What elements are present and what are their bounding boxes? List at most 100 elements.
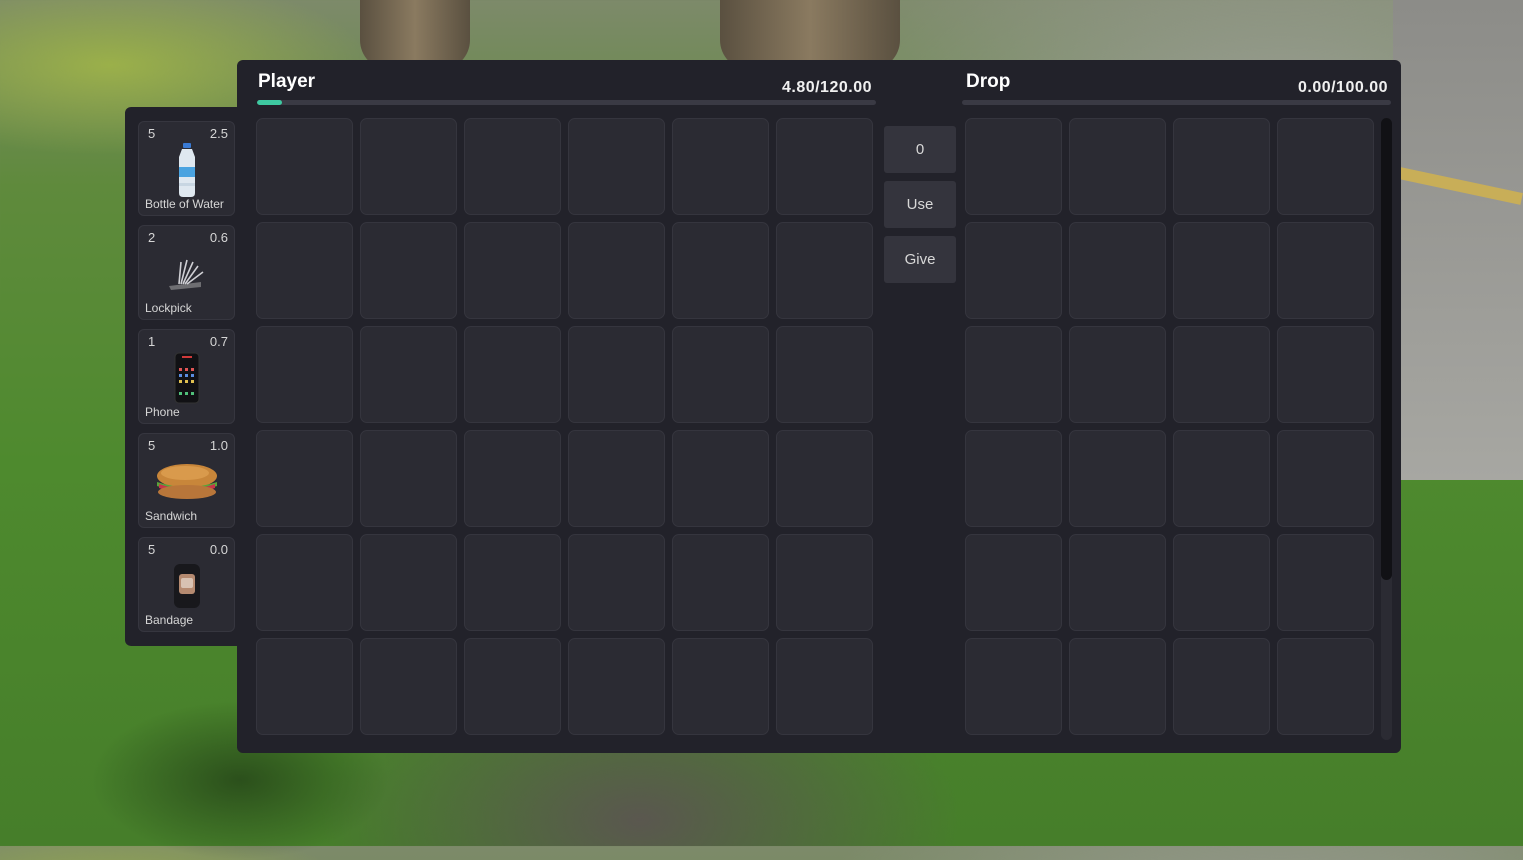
drop-inventory-slot[interactable]: [965, 638, 1062, 735]
drop-scrollbar-thumb[interactable]: [1381, 118, 1392, 580]
item-count: 5: [148, 542, 156, 557]
drop-inventory-slot[interactable]: [1069, 534, 1166, 631]
drop-inventory-slot[interactable]: [1069, 222, 1166, 319]
drop-inventory-slot[interactable]: [965, 534, 1062, 631]
player-inventory-title: Player: [258, 71, 316, 92]
player-weight: 4.80/120.00: [781, 79, 872, 96]
player-inventory-slot[interactable]: [464, 638, 561, 735]
player-inventory-slot[interactable]: [568, 534, 665, 631]
amount-input[interactable]: [884, 126, 956, 173]
item-weight: 2.5: [209, 126, 228, 141]
drop-inventory-slot[interactable]: [1277, 638, 1374, 735]
player-weight-bar-fill: [257, 100, 282, 105]
drop-inventory-slot[interactable]: [1069, 118, 1166, 215]
hotbar: 5 2.5 Bottle of Water 2 0.6 Lockpick 1 0…: [125, 107, 245, 646]
player-inventory-slot[interactable]: [360, 118, 457, 215]
drop-inventory-slot[interactable]: [1069, 430, 1166, 527]
background-road: [1393, 0, 1523, 480]
player-inventory-slot[interactable]: [464, 222, 561, 319]
player-inventory-slot[interactable]: [360, 534, 457, 631]
player-inventory-slot[interactable]: [568, 430, 665, 527]
player-inventory-grid: [256, 118, 873, 735]
drop-inventory-slot[interactable]: [965, 326, 1062, 423]
player-inventory-slot[interactable]: [256, 638, 353, 735]
item-count: 5: [148, 438, 156, 453]
phone-icon: [174, 352, 199, 404]
item-label: Sandwich: [145, 509, 198, 523]
player-inventory-slot[interactable]: [360, 430, 457, 527]
inventory-window: Player 4.80/120.00 Use Give Drop 0.00/10…: [237, 60, 1401, 753]
drop-inventory-slot[interactable]: [965, 430, 1062, 527]
player-inventory-slot[interactable]: [568, 222, 665, 319]
player-inventory-slot[interactable]: [776, 534, 873, 631]
item-label: Bottle of Water: [145, 197, 224, 211]
player-weight-bar: [257, 100, 876, 105]
item-count: 5: [148, 126, 156, 141]
item-weight: 1.0: [209, 438, 228, 453]
drop-inventory-slot[interactable]: [1069, 638, 1166, 735]
drop-inventory-slot[interactable]: [1173, 118, 1270, 215]
player-inventory-slot[interactable]: [672, 430, 769, 527]
item-count: 2: [148, 230, 156, 245]
player-inventory-slot[interactable]: [256, 326, 353, 423]
player-inventory-slot[interactable]: [776, 222, 873, 319]
player-inventory-slot[interactable]: [360, 326, 457, 423]
bandage-icon: [173, 564, 200, 608]
drop-inventory-slot[interactable]: [1173, 534, 1270, 631]
hotbar-slot-sandwich[interactable]: 5 1.0 Sandwich: [138, 433, 235, 528]
item-label: Lockpick: [145, 301, 192, 315]
player-inventory-slot[interactable]: [776, 430, 873, 527]
player-inventory-slot[interactable]: [360, 222, 457, 319]
player-inventory-slot[interactable]: [464, 118, 561, 215]
drop-inventory-slot[interactable]: [1173, 222, 1270, 319]
player-inventory-slot[interactable]: [464, 430, 561, 527]
use-button[interactable]: Use: [884, 181, 956, 228]
player-inventory-slot[interactable]: [256, 222, 353, 319]
player-inventory-slot[interactable]: [672, 326, 769, 423]
drop-inventory-slot[interactable]: [1277, 222, 1374, 319]
player-inventory-slot[interactable]: [256, 534, 353, 631]
drop-inventory-slot[interactable]: [1069, 326, 1166, 423]
player-inventory-slot[interactable]: [256, 430, 353, 527]
item-count: 1: [148, 334, 156, 349]
drop-inventory-slot[interactable]: [1173, 638, 1270, 735]
hotbar-slot-phone[interactable]: 1 0.7 Phone: [138, 329, 235, 424]
player-inventory-slot[interactable]: [776, 326, 873, 423]
item-label: Phone: [145, 405, 180, 419]
drop-inventory-slot[interactable]: [1277, 326, 1374, 423]
player-inventory-slot[interactable]: [568, 638, 665, 735]
drop-inventory-slot[interactable]: [1277, 430, 1374, 527]
drop-weight: 0.00/100.00: [1297, 79, 1388, 96]
player-inventory-slot[interactable]: [672, 118, 769, 215]
player-inventory-slot[interactable]: [672, 222, 769, 319]
player-inventory-slot[interactable]: [464, 326, 561, 423]
item-weight: 0.0: [209, 542, 228, 557]
hotbar-slot-water[interactable]: 5 2.5 Bottle of Water: [138, 121, 235, 216]
action-controls: Use Give: [884, 126, 956, 291]
player-inventory-slot[interactable]: [672, 534, 769, 631]
drop-inventory-grid: [965, 118, 1374, 735]
drop-inventory-title: Drop: [966, 71, 1011, 92]
player-inventory-slot[interactable]: [672, 638, 769, 735]
player-inventory-slot[interactable]: [568, 118, 665, 215]
sandwich-icon: [156, 464, 217, 499]
give-button[interactable]: Give: [884, 236, 956, 283]
player-inventory-slot[interactable]: [776, 118, 873, 215]
player-inventory-slot[interactable]: [256, 118, 353, 215]
drop-scrollbar[interactable]: [1381, 118, 1392, 740]
item-label: Bandage: [145, 613, 194, 627]
drop-inventory-slot[interactable]: [1277, 534, 1374, 631]
drop-inventory-slot[interactable]: [1173, 430, 1270, 527]
drop-inventory-slot[interactable]: [965, 118, 1062, 215]
hotbar-slot-lockpick[interactable]: 2 0.6 Lockpick: [138, 225, 235, 320]
drop-inventory-slot[interactable]: [965, 222, 1062, 319]
player-inventory-slot[interactable]: [360, 638, 457, 735]
hotbar-slot-bandage[interactable]: 5 0.0 Bandage: [138, 537, 235, 632]
player-inventory-slot[interactable]: [568, 326, 665, 423]
item-weight: 0.7: [209, 334, 228, 349]
player-inventory-slot[interactable]: [776, 638, 873, 735]
player-inventory-slot[interactable]: [464, 534, 561, 631]
item-weight: 0.6: [209, 230, 228, 245]
drop-inventory-slot[interactable]: [1277, 118, 1374, 215]
drop-inventory-slot[interactable]: [1173, 326, 1270, 423]
